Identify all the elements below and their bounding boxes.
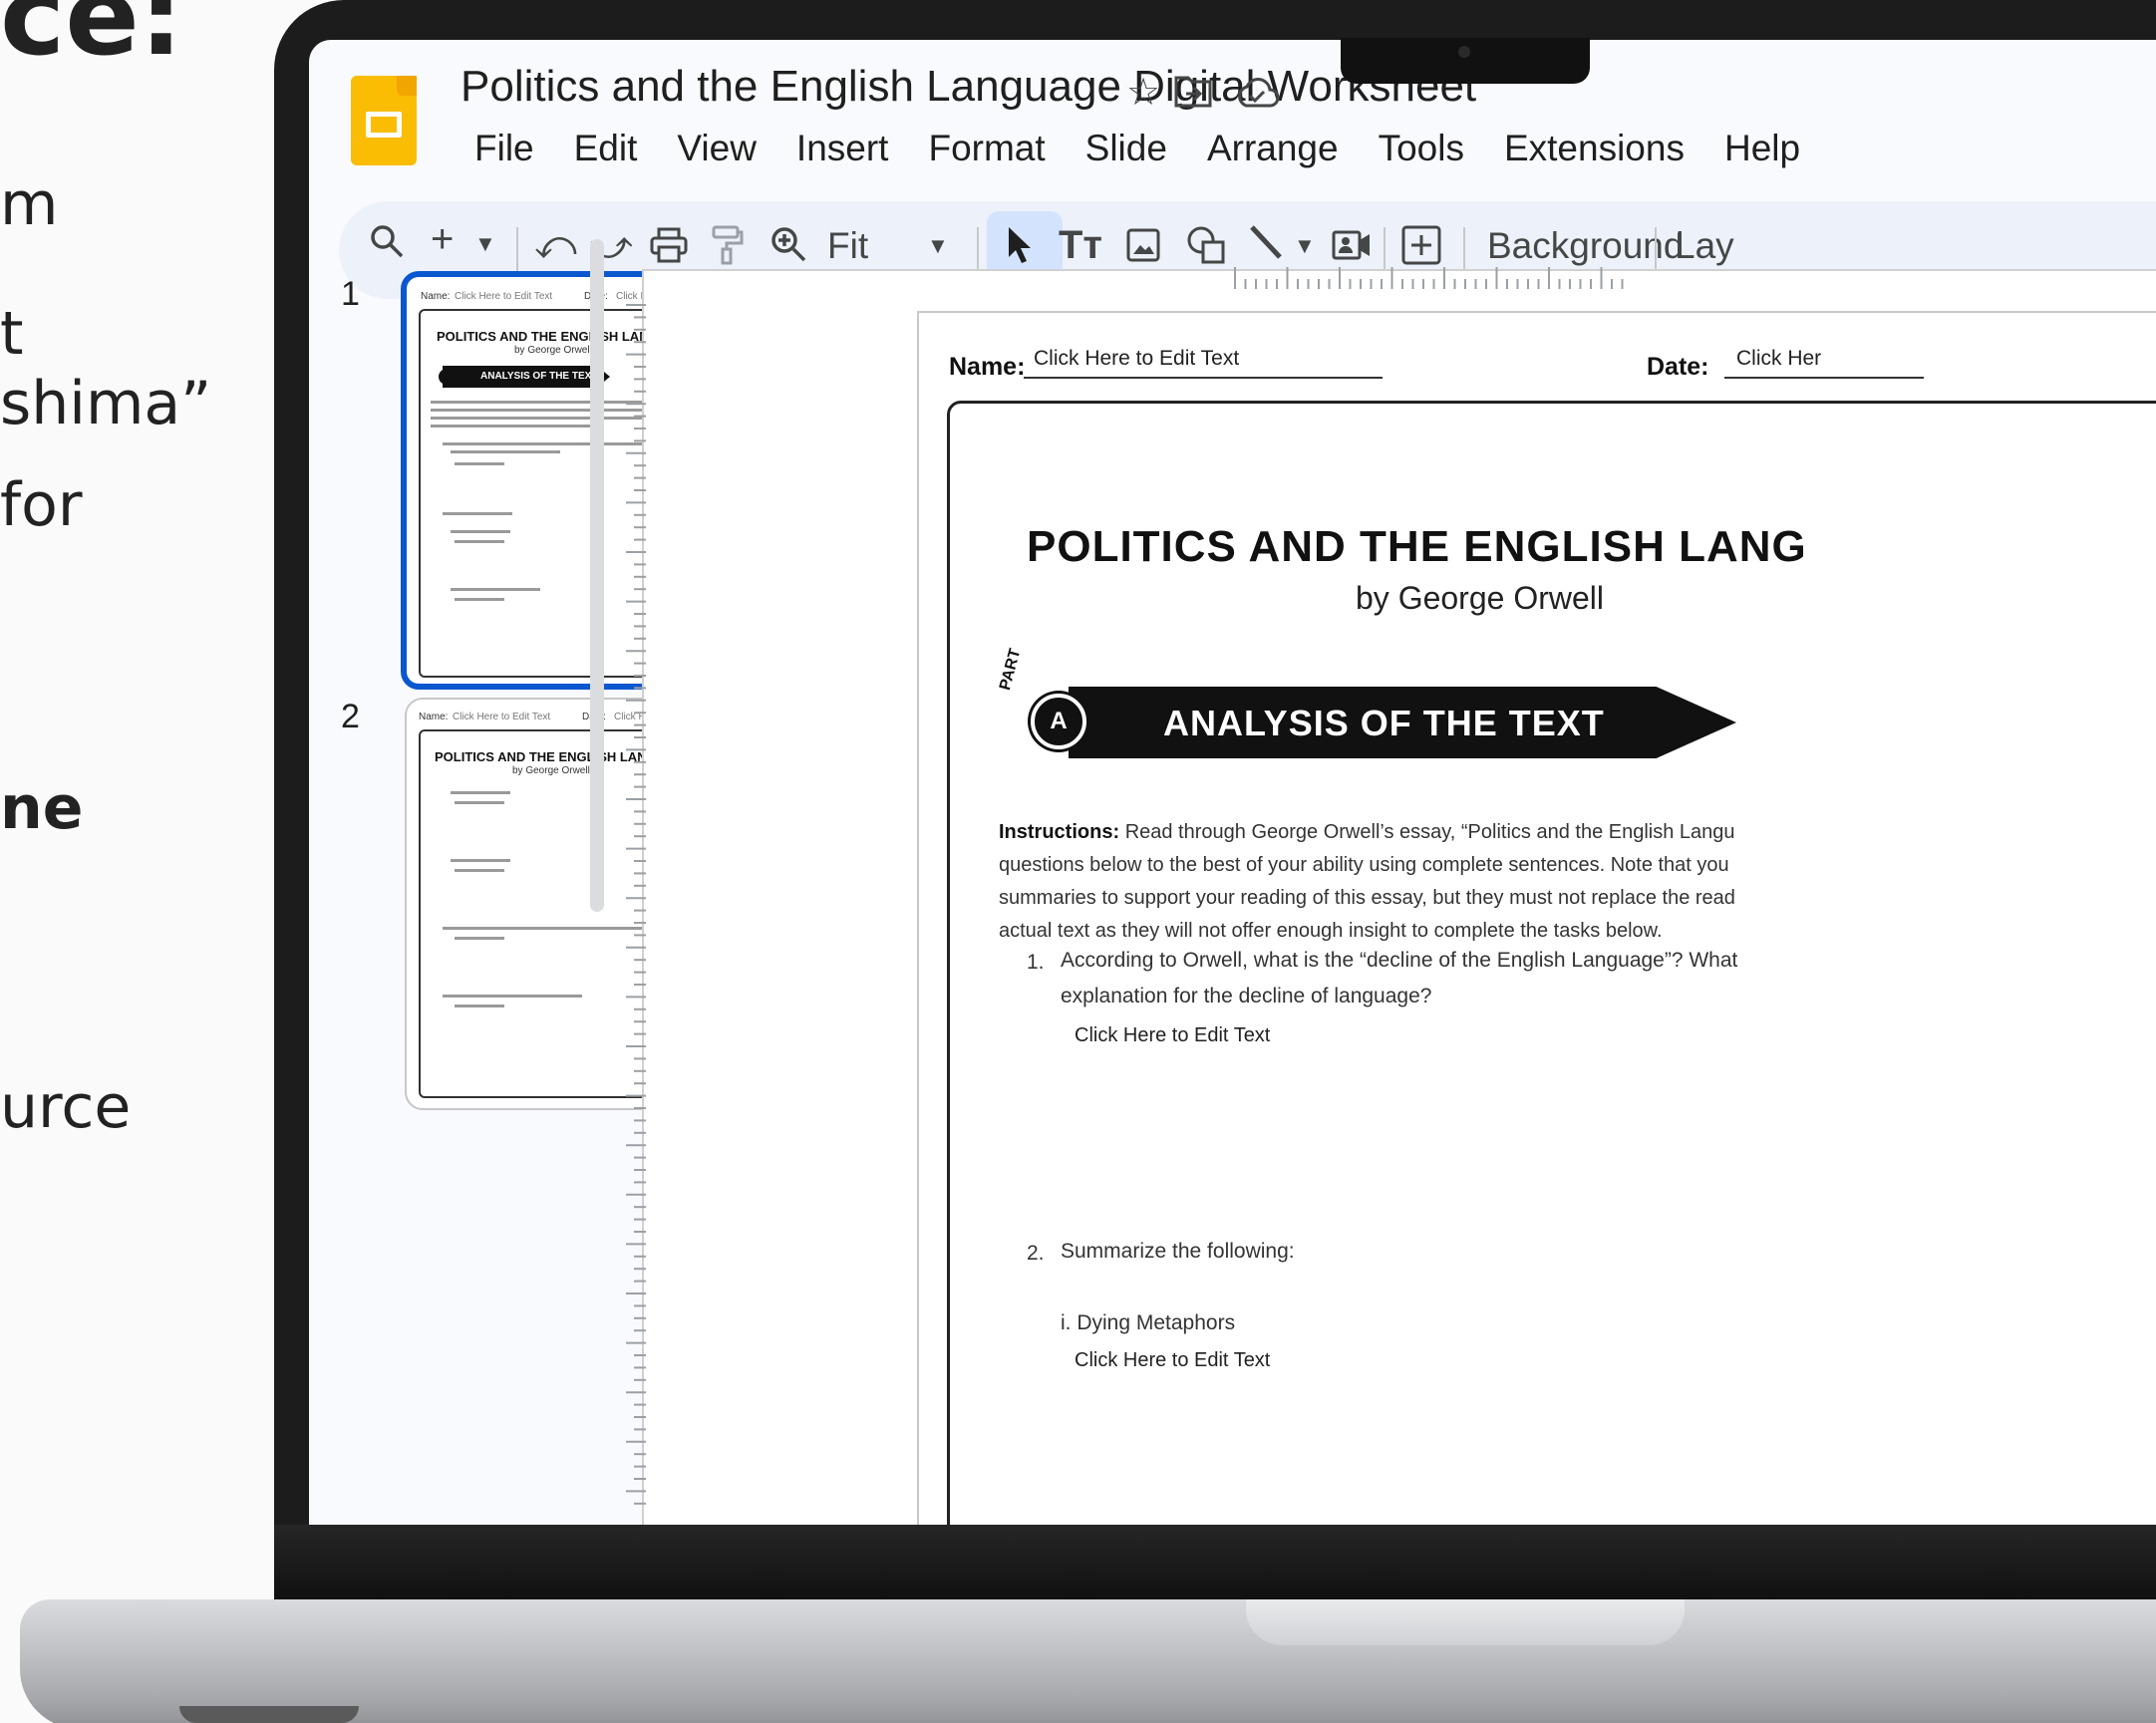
select-cursor-icon[interactable] <box>1005 225 1035 275</box>
star-icon[interactable]: ☆ <box>1126 70 1160 115</box>
toolbar-divider <box>1655 227 1657 275</box>
new-slide-icon[interactable]: + <box>431 217 454 262</box>
menu-arrange[interactable]: Arrange <box>1187 128 1359 169</box>
layout-button[interactable]: Lay <box>1675 225 1734 267</box>
name-label: Name: <box>949 353 1026 381</box>
thumb-author: by George Orwell <box>512 765 590 776</box>
text-fragment: m <box>0 169 59 239</box>
menu-insert[interactable]: Insert <box>776 128 909 169</box>
instructions-line: Read through George Orwell’s essay, “Pol… <box>1124 821 1735 843</box>
question-text[interactable]: According to Orwell, what is the “declin… <box>1061 943 1737 979</box>
image-icon[interactable] <box>1126 227 1160 272</box>
zoom-select[interactable]: Fit <box>827 225 868 267</box>
date-field[interactable]: Click Her <box>1724 347 1924 379</box>
vertical-ruler <box>626 304 646 1505</box>
part-letter-badge: A <box>1031 694 1086 749</box>
heading-fragment: ce: <box>0 0 183 80</box>
text-fragment: t <box>0 299 24 369</box>
text-fragment: ne <box>0 773 84 843</box>
instructions-line: summaries to support your reading of thi… <box>999 887 1735 909</box>
question-number: 1. <box>1027 951 1045 974</box>
instructions-text[interactable]: Instructions: Read through George Orwell… <box>999 816 2156 948</box>
text-fragment: shima” <box>0 369 212 438</box>
paint-format-icon[interactable] <box>710 225 744 275</box>
answer-field[interactable]: Click Here to Edit Text <box>1075 1349 1270 1372</box>
answer-field[interactable]: Click Here to Edit Text <box>1075 1024 1270 1047</box>
menu-view[interactable]: View <box>657 128 776 169</box>
instructions-label: Instructions: <box>999 821 1120 843</box>
search-icon[interactable] <box>369 223 405 269</box>
menu-tools[interactable]: Tools <box>1359 128 1484 169</box>
undo-icon[interactable]: ⤺ <box>534 223 577 268</box>
instructions-line: questions below to the best of your abil… <box>999 854 1729 876</box>
screen: Politics and the English Language Digita… <box>309 40 2156 1525</box>
dropdown-icon[interactable]: ▼ <box>474 231 496 257</box>
text-fragment: for <box>0 470 83 540</box>
question-text[interactable]: Summarize the following: <box>1061 1234 1295 1270</box>
section-banner[interactable]: ANALYSIS OF THE TEXT <box>1069 687 1736 758</box>
zoom-dropdown-icon[interactable]: ▼ <box>927 233 949 259</box>
laptop-base <box>20 1599 2156 1723</box>
sub-question-text[interactable]: i. Dying Metaphors <box>1061 1305 1235 1341</box>
slide-editor[interactable]: Name: Click Here to Edit Text Date: Clic… <box>917 311 2156 1525</box>
zoom-icon[interactable] <box>770 225 807 273</box>
worksheet-author[interactable]: by George Orwell <box>1356 580 1604 617</box>
thumb-name-value: Click Here to Edit Text <box>455 291 553 302</box>
document-title[interactable]: Politics and the English Language Digita… <box>461 62 1476 112</box>
toolbar-divider <box>516 227 518 275</box>
thumb-name-value: Click Here to Edit Text <box>453 712 551 722</box>
menu-bar: File Edit View Insert Format Slide Arran… <box>455 128 1820 169</box>
date-label: Date: <box>1647 353 1709 381</box>
stage: ce: m t shima” for ne urce Politics and … <box>0 0 2156 1723</box>
print-icon[interactable] <box>650 227 688 273</box>
slide-number: 2 <box>341 698 360 735</box>
section-banner-text: ANALYSIS OF THE TEXT <box>1163 703 1605 743</box>
camera-notch <box>1341 38 1590 84</box>
camera-icon <box>1458 46 1470 58</box>
menu-edit[interactable]: Edit <box>554 128 658 169</box>
toolbar-divider <box>977 227 979 275</box>
move-to-folder-icon[interactable] <box>1174 74 1212 118</box>
menu-format[interactable]: Format <box>908 128 1065 169</box>
line-dropdown-icon[interactable]: ▼ <box>1294 233 1316 259</box>
laptop-foot <box>179 1706 359 1723</box>
slides-logo-icon[interactable] <box>351 76 417 165</box>
menu-help[interactable]: Help <box>1704 128 1820 169</box>
thumb-name-label: Name: <box>419 712 449 722</box>
question-number: 2. <box>1027 1242 1045 1265</box>
menu-extensions[interactable]: Extensions <box>1484 128 1704 169</box>
slide-number: 1 <box>341 275 360 313</box>
menu-file[interactable]: File <box>455 128 554 169</box>
instructions-line: actual text as they will not offer enoug… <box>999 920 1663 942</box>
laptop-opening-notch <box>1246 1599 1685 1645</box>
menu-slide[interactable]: Slide <box>1066 128 1187 169</box>
thumb-name-label: Name: <box>421 291 451 302</box>
shape-icon[interactable] <box>1186 225 1226 275</box>
horizontal-ruler <box>1234 267 1624 289</box>
thumb-author: by George Orwell <box>514 345 592 356</box>
cloud-saved-icon[interactable] <box>1234 76 1280 119</box>
question-text[interactable]: explanation for the decline of language? <box>1061 979 1431 1014</box>
text-box-icon[interactable]: Tт <box>1059 223 1102 268</box>
laptop-hinge <box>274 1525 2156 1604</box>
filmstrip-scrollbar[interactable] <box>590 239 604 912</box>
worksheet-title[interactable]: POLITICS AND THE ENGLISH LANG <box>1027 522 1807 572</box>
name-field[interactable]: Click Here to Edit Text <box>1024 347 1383 379</box>
text-fragment: urce <box>0 1072 132 1142</box>
thumb-banner: ANALYSIS OF THE TEXT <box>443 366 610 388</box>
